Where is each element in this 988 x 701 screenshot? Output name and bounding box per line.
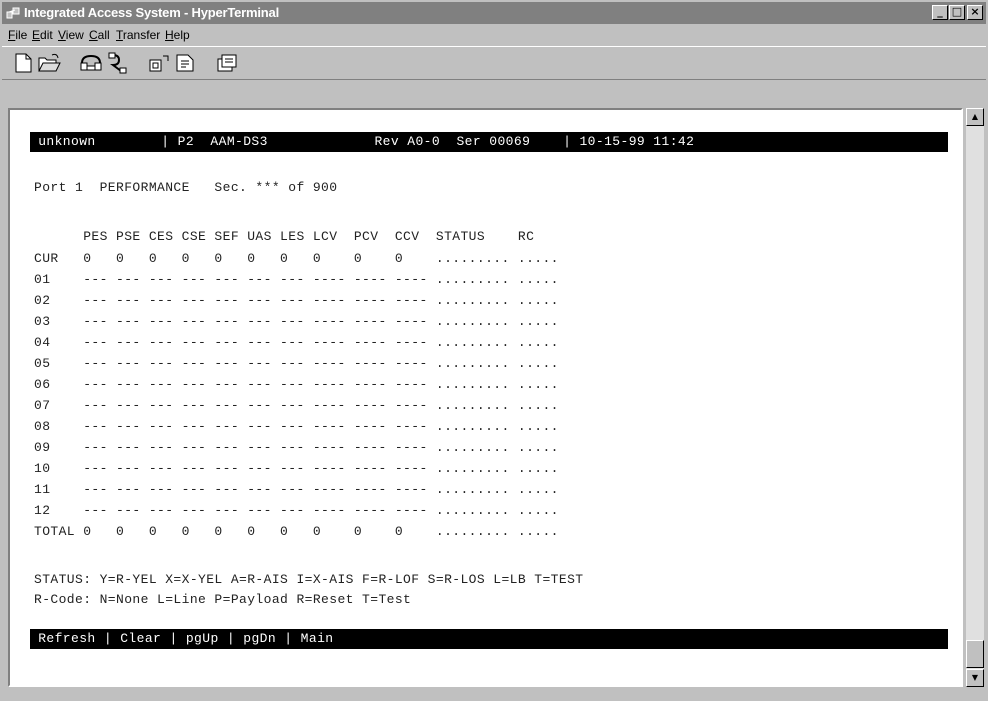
perf-row-02: 02 --- --- --- --- --- --- --- ---- ----… xyxy=(34,293,559,308)
column-header: PES PSE CES CSE SEF UAS LES LCV PCV CCV … xyxy=(34,229,535,244)
menu-transfer-accel: T xyxy=(116,28,123,42)
perf-row-04: 04 --- --- --- --- --- --- --- ---- ----… xyxy=(34,335,559,350)
connect-button[interactable] xyxy=(78,51,104,75)
menu-file-label: ile xyxy=(15,28,28,42)
menu-call-accel: C xyxy=(89,28,98,42)
menu-transfer[interactable]: Transfer xyxy=(116,28,160,42)
scroll-down-button[interactable]: ▼ xyxy=(966,669,984,687)
perf-row-total: TOTAL 0 0 0 0 0 0 0 0 0 0 ......... ....… xyxy=(34,524,559,539)
maximize-button[interactable]: □ xyxy=(949,5,965,20)
disconnect-button[interactable] xyxy=(105,51,131,75)
properties-button[interactable] xyxy=(214,51,240,75)
menu-help-label: elp xyxy=(173,28,190,42)
hyperterminal-window: Integrated Access System - HyperTerminal… xyxy=(0,0,988,701)
perf-row-01: 01 --- --- --- --- --- --- --- ---- ----… xyxy=(34,272,559,287)
menu-transfer-label: ransfer xyxy=(122,28,161,42)
status-legend: STATUS: Y=R-YEL X=X-YEL A=R-AIS I=X-AIS … xyxy=(34,572,584,587)
hyperterminal-app-icon xyxy=(6,7,20,19)
perf-row-05: 05 --- --- --- --- --- --- --- ---- ----… xyxy=(34,356,559,371)
properties-icon xyxy=(217,54,237,72)
toolbar xyxy=(2,46,986,80)
performance-title: Port 1 PERFORMANCE Sec. *** of 900 xyxy=(34,180,338,195)
receive-button[interactable] xyxy=(172,51,198,75)
window-title: Integrated Access System - HyperTerminal xyxy=(24,5,279,20)
title-bar[interactable]: Integrated Access System - HyperTerminal… xyxy=(2,2,986,24)
perf-row-09: 09 --- --- --- --- --- --- --- ---- ----… xyxy=(34,440,559,455)
disconnect-icon xyxy=(108,52,127,74)
menu-help-accel: H xyxy=(165,28,174,42)
terminal-frame: unknown | P2 AAM-DS3 Rev A0-0 Ser 00069 … xyxy=(8,108,963,687)
perf-row-06: 06 --- --- --- --- --- --- --- ---- ----… xyxy=(34,377,559,392)
perf-row-07: 07 --- --- --- --- --- --- --- ---- ----… xyxy=(34,398,559,413)
new-connection-button[interactable] xyxy=(10,51,36,75)
menu-call[interactable]: Call xyxy=(89,28,110,42)
new-icon xyxy=(15,53,32,73)
perf-row-10: 10 --- --- --- --- --- --- --- ---- ----… xyxy=(34,461,559,476)
connect-icon xyxy=(80,54,102,71)
cmd-pgup[interactable]: pgUp xyxy=(178,631,227,646)
menu-call-label: all xyxy=(97,28,110,42)
perf-row-11: 11 --- --- --- --- --- --- --- ---- ----… xyxy=(34,482,559,497)
send-icon xyxy=(149,55,169,72)
send-button[interactable] xyxy=(146,51,172,75)
close-button[interactable]: × xyxy=(967,5,983,20)
cmd-refresh[interactable]: Refresh xyxy=(30,631,104,646)
open-button[interactable] xyxy=(36,51,62,75)
minimize-button[interactable]: _ xyxy=(932,5,948,20)
perf-row-cur: CUR 0 0 0 0 0 0 0 0 0 0 ......... ..... xyxy=(34,251,559,266)
menu-help[interactable]: Help xyxy=(165,28,190,42)
cmd-main[interactable]: Main xyxy=(292,631,333,646)
scroll-up-button[interactable]: ▲ xyxy=(966,108,984,126)
terminal-header-bar: unknown | P2 AAM-DS3 Rev A0-0 Ser 00069 … xyxy=(30,132,948,152)
perf-row-08: 08 --- --- --- --- --- --- --- ---- ----… xyxy=(34,419,559,434)
menu-edit[interactable]: Edit xyxy=(32,28,53,42)
cmd-clear[interactable]: Clear xyxy=(112,631,169,646)
menu-edit-accel: E xyxy=(32,28,41,42)
terminal-screen[interactable]: unknown | P2 AAM-DS3 Rev A0-0 Ser 00069 … xyxy=(10,110,961,685)
menu-view[interactable]: View xyxy=(58,28,84,42)
receive-icon xyxy=(176,54,194,72)
perf-row-12: 12 --- --- --- --- --- --- --- ---- ----… xyxy=(34,503,559,518)
rcode-legend: R-Code: N=None L=Line P=Payload R=Reset … xyxy=(34,592,412,607)
menu-file[interactable]: File xyxy=(8,28,27,42)
perf-row-03: 03 --- --- --- --- --- --- --- ---- ----… xyxy=(34,314,559,329)
menu-view-label: iew xyxy=(65,28,84,42)
command-bar: Refresh | Clear | pgUp | pgDn | Main xyxy=(30,629,948,649)
menu-bar: File Edit View Call Transfer Help xyxy=(2,25,986,45)
cmd-pgdn[interactable]: pgDn xyxy=(235,631,284,646)
menu-view-accel: V xyxy=(58,28,66,42)
scroll-thumb[interactable] xyxy=(966,640,984,668)
open-icon xyxy=(38,53,61,72)
menu-edit-label: dit xyxy=(40,28,53,42)
vertical-scrollbar[interactable]: ▲ ▼ xyxy=(966,108,984,687)
